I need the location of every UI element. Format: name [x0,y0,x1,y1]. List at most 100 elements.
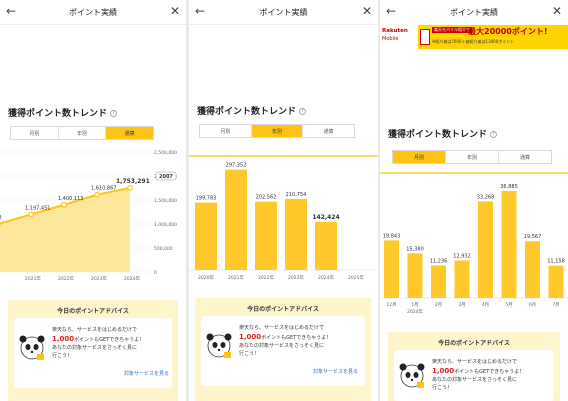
view-services-link[interactable]: 対象サービスを見る [313,368,358,375]
data-label: 11,158 [547,259,565,265]
x-tick-label: 2023年 [91,275,107,282]
divider [189,24,378,25]
advice-box: 今日のポイントアドバイス 楽天なら、サービスをはじめるだけで 1,000ポイント… [195,298,371,401]
x-tick-label: 1月 [411,302,418,308]
data-label: 098 [0,215,2,221]
panda-mascot-icon [206,333,232,358]
rakuten-mobile-logo: Rakuten Mobile [381,27,415,47]
tab-monthly[interactable]: 月別 [11,127,59,139]
section-title: 獲得ポイント数トレンド? [8,106,118,119]
advice-highlight: 1,000 [52,335,75,343]
x-tick-label: 7月 [552,302,559,308]
header-bar: ← ポイント実績 ✕ [380,0,568,24]
advice-line-3: あなたの対象サービスをさっそく見に [52,345,138,351]
panda-mascot-icon [19,335,45,360]
advice-line-2: 1,000ポイントもGETできちゃうよ！ [239,333,332,341]
bar [478,201,493,298]
promo-graphic: 楽天モバイル紹介で 最大20000ポイント! ※紹介者は7000＋被紹介者は13… [418,25,568,49]
x-tick-label: 2024年 [124,275,140,282]
advice-line-1: 楽天なら、サービスをはじめるだけで [239,325,325,331]
back-arrow-icon[interactable]: ← [6,4,16,18]
x-tick-label: 2023年 [288,274,304,281]
data-label: 199,783 [196,196,217,202]
header-bar: ← ポイント実績 ✕ [0,0,186,24]
back-arrow-icon[interactable]: ← [195,4,205,18]
advice-box: 今日のポイントアドバイス 楽天なら、サービスをはじめるだけで 1,000ポイント… [388,332,560,401]
advice-title: 今日のポイントアドバイス [247,306,319,313]
data-label: 202,562 [256,195,277,201]
bar [225,169,247,270]
panel-yearly-cumulative: ← ポイント実績 ✕ 獲得ポイント数トレンド? 月別 年別 通算 2,500,0… [0,0,186,401]
marker-label: 2007 [159,174,173,180]
tab-total[interactable]: 通算 [499,151,551,163]
advice-line-4: 行こう！ [432,385,453,391]
bar [525,241,540,298]
cumulative-area-chart: 2,500,0002,000,0001,500,0001,000,000500,… [0,148,186,288]
divider [0,24,186,25]
bar [195,202,217,270]
panel-monthly: ← ポイント実績 ✕ Rakuten Mobile 楽天モバイル紹介で 最大20… [380,0,568,401]
data-label: 210,754 [286,192,307,198]
promo-headline: 最大20000ポイント! [468,27,548,36]
data-label: 1,610,867 [91,186,116,192]
bar [501,190,517,298]
y-tick-label: 500,000 [154,246,173,252]
promo-subtext: ※紹介者は7000＋被紹介者は13000ポイント [432,39,515,44]
year-label: 2024年 [407,308,423,315]
advice-card: 楽天なら、サービスをはじめるだけで 1,000ポイントもGETできちゃうよ！ あ… [14,318,172,388]
y-tick-label: 1,500,000 [154,198,177,204]
advice-line-3: あなたの対象サービスをさっそく見に [432,377,518,383]
advice-line-1: 楽天なら、サービスをはじめるだけで [432,359,518,365]
x-tick-label: 6月 [529,302,536,308]
view-services-link[interactable]: 対象サービスを見る [124,370,169,377]
x-tick-label: 2021年 [228,274,244,281]
x-tick-label: 4月 [482,302,489,308]
help-icon[interactable]: ? [490,131,498,138]
x-tick-label: 2022年 [258,274,274,281]
tab-yearly[interactable]: 年別 [251,125,304,137]
section-title: 獲得ポイント数トレンド? [388,127,498,140]
advice-card: 楽天なら、サービスをはじめるだけで 1,000ポイントもGETできちゃうよ！ あ… [201,316,365,386]
back-arrow-icon[interactable]: ← [386,4,396,18]
bar [255,201,277,270]
advice-line-4: 行こう！ [239,351,260,357]
data-label: 1,400,113 [58,196,83,202]
tab-total[interactable]: 通算 [303,125,354,137]
tab-monthly[interactable]: 月別 [393,151,446,163]
x-tick-label: 12月 [386,302,396,308]
advice-line-1: 楽天なら、サービスをはじめるだけで [52,327,138,333]
bar [407,253,423,298]
advice-card: 楽天なら、サービスをはじめるだけで 1,000ポイントもGETできちゃうよ！ あ… [394,350,554,401]
data-label: 19,567 [524,234,542,240]
tab-monthly[interactable]: 月別 [200,125,252,137]
tab-total[interactable]: 通算 [106,127,154,139]
advice-line-3: あなたの対象サービスをさっそく見に [239,343,325,349]
data-point [127,184,133,191]
rakuten-mobile-banner[interactable]: Rakuten Mobile 楽天モバイル紹介で 最大20000ポイント! ※紹… [380,24,568,50]
advice-highlight: 1,000 [432,367,455,375]
data-label: 11,236 [430,258,448,264]
data-point [94,191,100,198]
chart-svg: 2,500,0002,000,0001,500,0001,000,000500,… [0,150,177,282]
help-icon[interactable]: ? [110,110,118,117]
data-label: 12,932 [453,253,471,259]
panel-yearly: ← ポイント実績 ✕ 獲得ポイント数トレンド? 月別 年別 通算 199,783… [189,0,378,401]
data-label: 297,352 [226,163,247,169]
tab-yearly[interactable]: 年別 [446,151,499,163]
advice-line-2: 1,000ポイントもGETできちゃうよ！ [52,335,145,343]
help-icon[interactable]: ? [299,108,307,115]
bar [431,265,446,298]
x-tick-label: 3月 [458,302,465,308]
period-tabs: 月別 年別 通算 [199,124,355,138]
data-label: 15,380 [406,246,424,252]
period-tabs: 月別 年別 通算 [10,126,154,140]
tab-yearly[interactable]: 年別 [59,127,107,139]
close-icon[interactable]: ✕ [552,4,562,18]
data-point [61,201,67,208]
close-icon[interactable]: ✕ [170,4,180,18]
x-tick-label: 2月 [435,302,442,308]
x-tick-label: 2020年 [198,274,214,281]
close-icon[interactable]: ✕ [362,4,372,18]
x-tick-label: 2022年 [58,275,74,282]
data-label: 36,885 [500,184,518,190]
